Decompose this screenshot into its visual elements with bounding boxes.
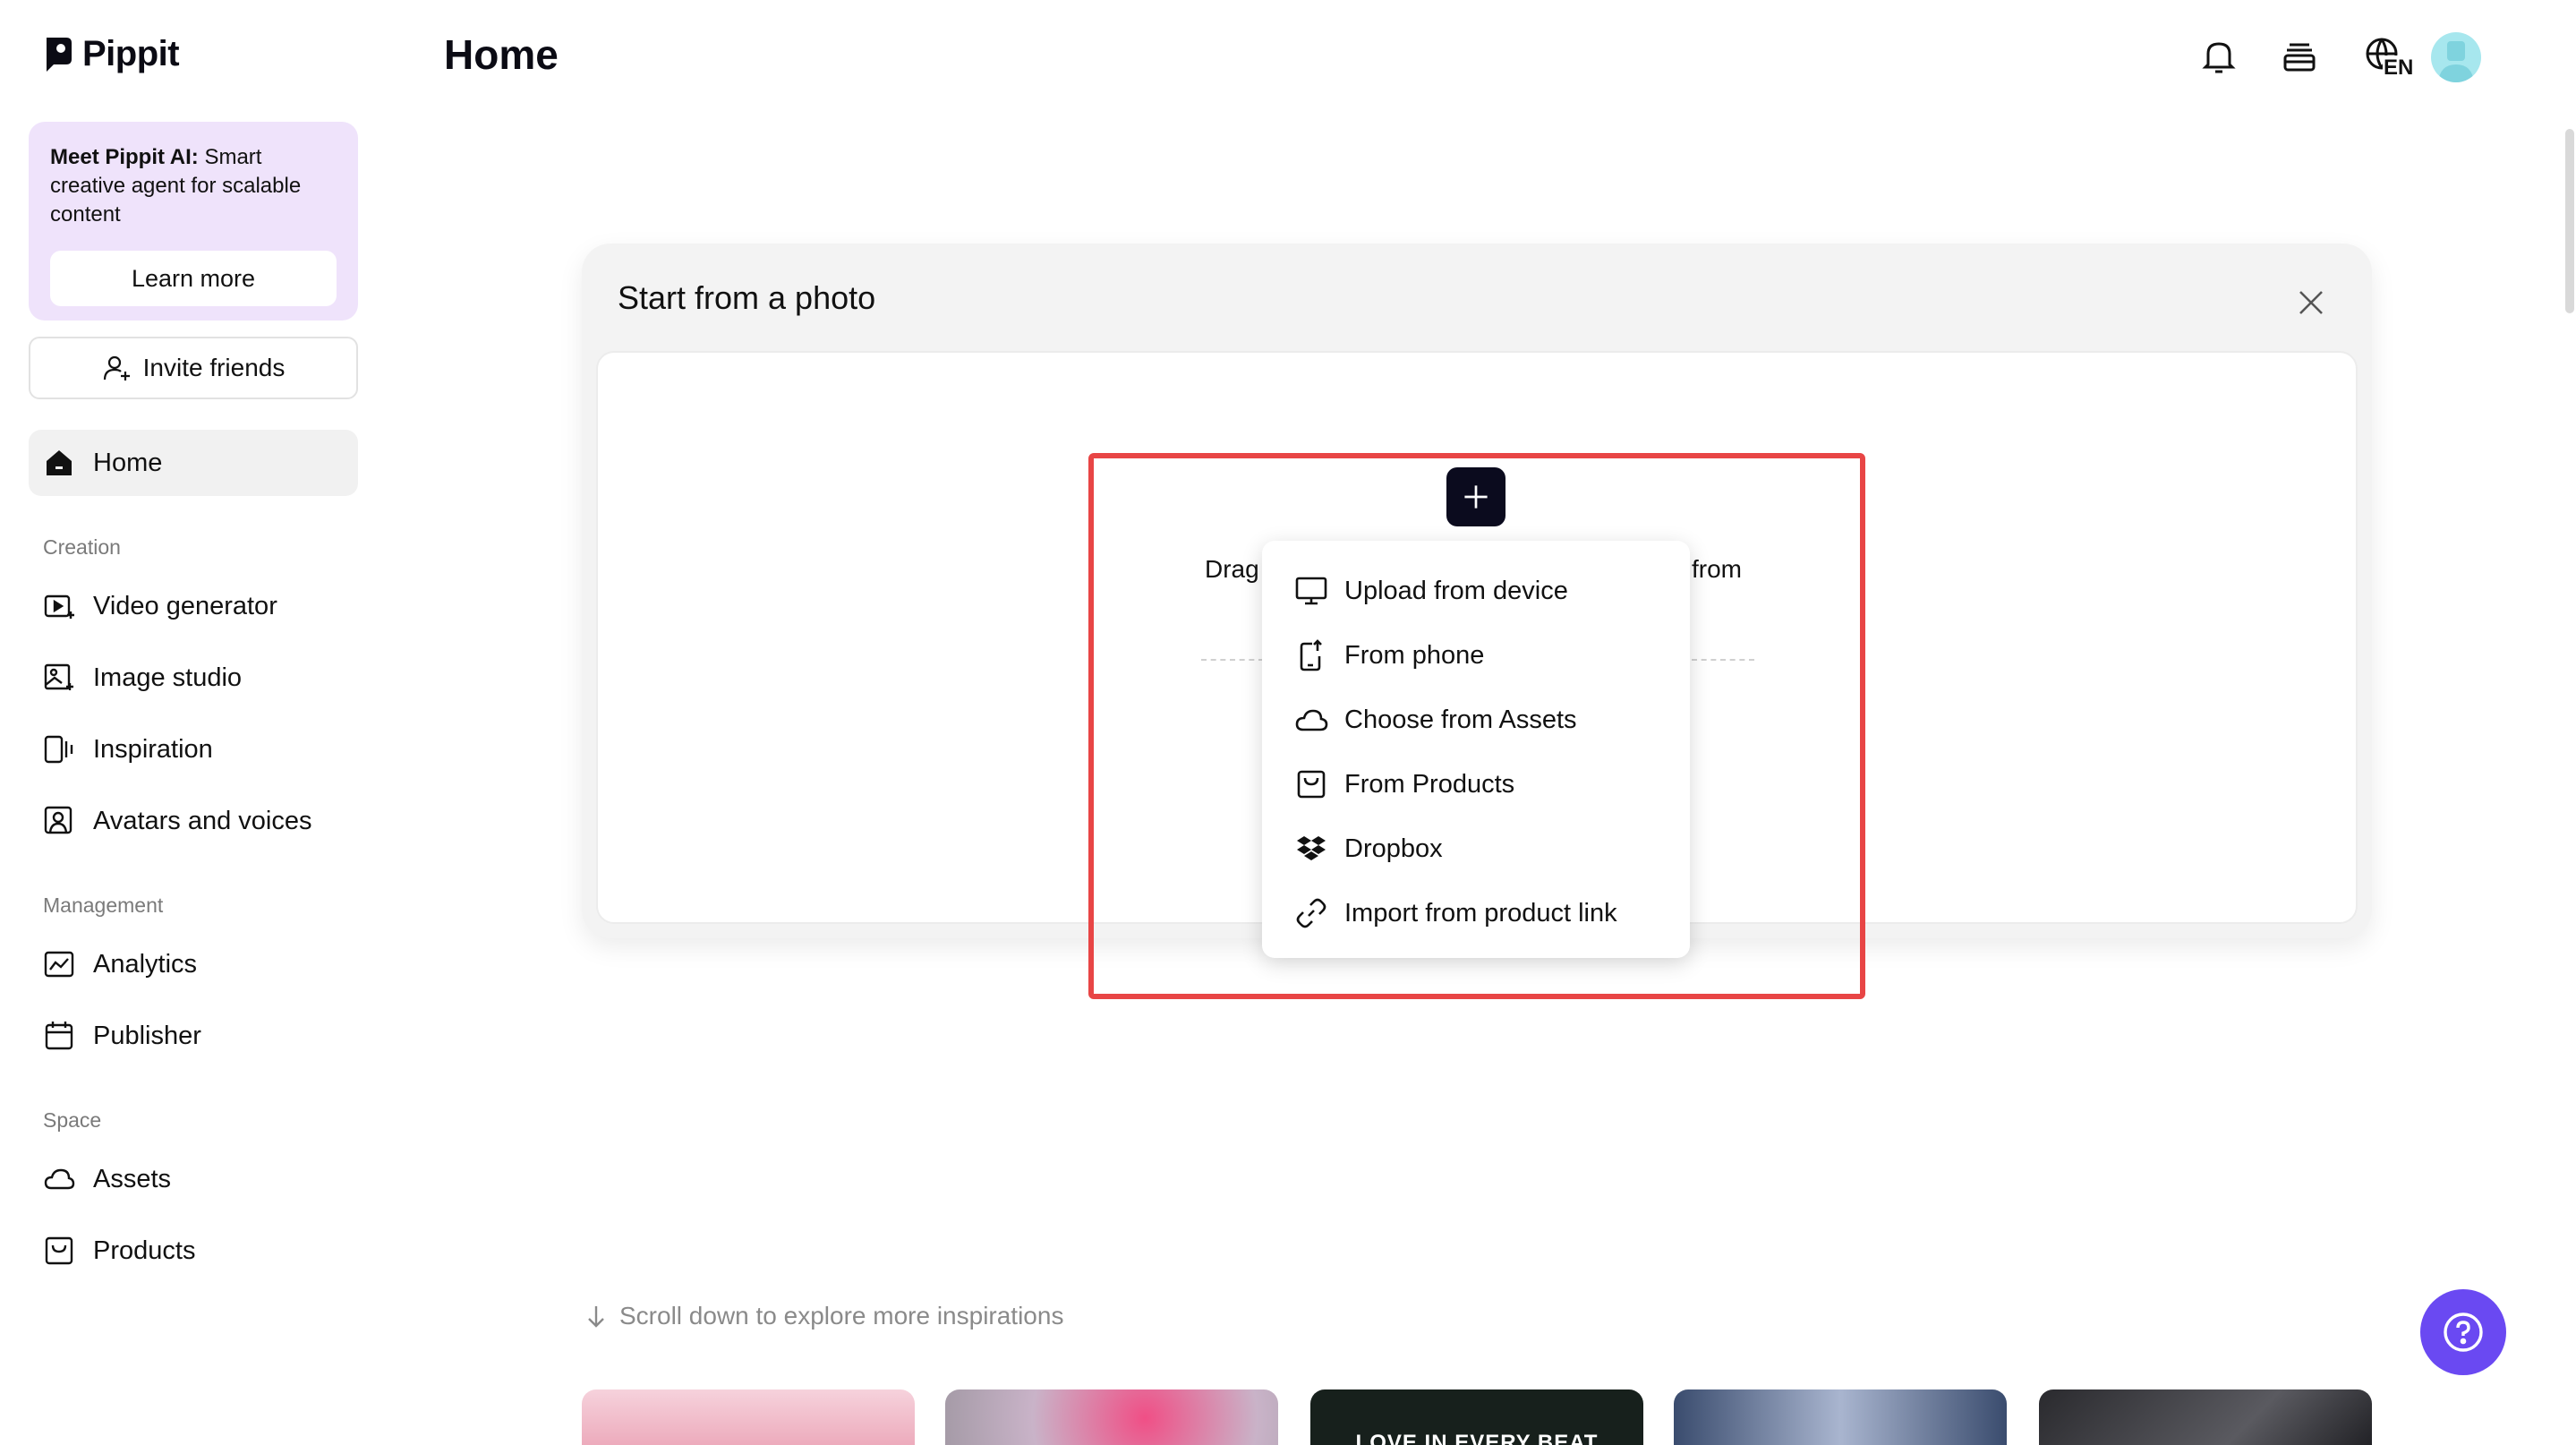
user-avatar-icon — [2438, 41, 2474, 82]
inspiration-thumbnail[interactable] — [945, 1389, 1278, 1445]
sidebar-item-assets[interactable]: Assets — [29, 1146, 358, 1212]
sidebar-item-products[interactable]: Products — [29, 1218, 358, 1284]
calendar-icon — [45, 1022, 73, 1050]
sidebar-item-label: Publisher — [93, 1021, 201, 1050]
add-photo-button[interactable] — [1446, 467, 1506, 526]
cloud-icon — [44, 1168, 75, 1190]
monitor-icon — [1295, 577, 1327, 605]
pippit-logo-icon — [47, 37, 72, 72]
menu-item-label: Import from product link — [1344, 898, 1617, 928]
dropbox-icon — [1297, 836, 1326, 860]
arrow-down-icon — [588, 1306, 604, 1328]
promo-text: Meet Pippit AI: Smart creative agent for… — [50, 145, 302, 227]
promo-card: Meet Pippit AI: Smart creative agent for… — [29, 122, 358, 321]
avatar-voice-icon — [44, 806, 73, 834]
language-code: EN — [2383, 56, 2415, 81]
menu-item-choose-from-assets[interactable]: Choose from Assets — [1262, 688, 1690, 752]
brand-name: Pippit — [82, 34, 180, 73]
bell-icon — [2202, 42, 2236, 73]
product-box-icon — [1297, 770, 1326, 799]
sidebar: Pippit Meet Pippit AI: Smart creative ag… — [0, 0, 394, 1445]
sidebar-item-label: Inspiration — [93, 734, 213, 764]
divider — [1692, 659, 1754, 661]
section-label-space: Space — [43, 1108, 102, 1132]
sidebar-item-label: Home — [93, 448, 163, 477]
logo[interactable]: Pippit — [43, 34, 180, 74]
subscription-button[interactable] — [2277, 34, 2322, 79]
menu-item-from-phone[interactable]: From phone — [1262, 623, 1690, 688]
invite-friends-button[interactable]: Invite friends — [29, 337, 358, 399]
inspiration-thumbnail[interactable] — [582, 1389, 915, 1445]
menu-item-label: Choose from Assets — [1344, 705, 1577, 734]
upload-source-menu: Upload from device From phone Choose fro… — [1262, 541, 1690, 958]
inspiration-thumbnail[interactable]: LOVE IN EVERY BEAT — [1310, 1389, 1643, 1445]
sidebar-item-analytics[interactable]: Analytics — [29, 931, 358, 997]
menu-item-label: From phone — [1344, 640, 1485, 670]
menu-item-label: Dropbox — [1344, 834, 1443, 863]
sidebar-item-publisher[interactable]: Publisher — [29, 1003, 358, 1069]
sidebar-item-label: Analytics — [93, 949, 198, 979]
phone-icon — [1300, 639, 1322, 671]
cloud-icon — [1295, 709, 1328, 731]
stack-icon — [2283, 43, 2316, 72]
learn-more-button[interactable]: Learn more — [50, 251, 337, 306]
page-title: Home — [444, 31, 559, 78]
sidebar-item-label: Avatars and voices — [93, 806, 312, 835]
close-icon[interactable] — [2291, 283, 2331, 322]
section-label-management: Management — [43, 894, 164, 917]
add-user-icon — [103, 355, 130, 380]
notifications-button[interactable] — [2196, 34, 2241, 79]
link-icon — [1296, 898, 1326, 928]
sidebar-item-inspiration[interactable]: Inspiration — [29, 716, 358, 782]
sidebar-item-home[interactable]: Home — [29, 430, 358, 496]
plus-icon — [1464, 485, 1488, 509]
sidebar-item-label: Image studio — [93, 663, 243, 692]
thumbnail-caption: LOVE IN EVERY BEAT — [1355, 1431, 1599, 1445]
menu-item-label: From Products — [1344, 769, 1515, 799]
home-icon — [47, 450, 72, 475]
inspiration-thumbnail[interactable] — [1674, 1389, 2007, 1445]
drag-hint-text: Drag — [1205, 555, 1259, 583]
inspiration-thumbnail[interactable] — [2039, 1389, 2372, 1445]
sidebar-item-avatars-voices[interactable]: Avatars and voices — [29, 788, 358, 854]
dialog-title: Start from a photo — [618, 279, 876, 316]
help-button[interactable] — [2420, 1289, 2506, 1375]
language-button[interactable]: EN — [2358, 34, 2415, 81]
invite-friends-label: Invite friends — [142, 354, 286, 381]
sidebar-item-label: Video generator — [93, 591, 277, 620]
image-studio-icon — [44, 663, 73, 690]
video-generator-icon — [44, 594, 74, 619]
menu-item-upload-from-device[interactable]: Upload from device — [1262, 559, 1690, 623]
section-label-creation: Creation — [43, 535, 121, 559]
analytics-icon — [44, 951, 74, 978]
sidebar-item-label: Assets — [93, 1164, 172, 1193]
scroll-hint-text: Scroll down to explore more inspirations — [619, 1302, 1064, 1330]
help-icon — [2444, 1312, 2483, 1352]
drag-hint-text-continued: from — [1692, 555, 1742, 583]
product-box-icon — [45, 1236, 73, 1265]
menu-item-from-products[interactable]: From Products — [1262, 752, 1690, 817]
scroll-hint: Scroll down to explore more inspirations — [584, 1302, 1063, 1330]
menu-item-label: Upload from device — [1344, 576, 1568, 605]
page-scrollbar[interactable] — [2565, 129, 2574, 313]
menu-item-import-from-product-link[interactable]: Import from product link — [1262, 881, 1690, 945]
sidebar-item-video-generator[interactable]: Video generator — [29, 573, 358, 639]
avatar[interactable] — [2431, 32, 2481, 82]
sidebar-item-image-studio[interactable]: Image studio — [29, 645, 358, 711]
sidebar-item-label: Products — [93, 1236, 196, 1265]
menu-item-dropbox[interactable]: Dropbox — [1262, 817, 1690, 881]
inspiration-icon — [44, 735, 73, 764]
divider — [1201, 659, 1264, 661]
